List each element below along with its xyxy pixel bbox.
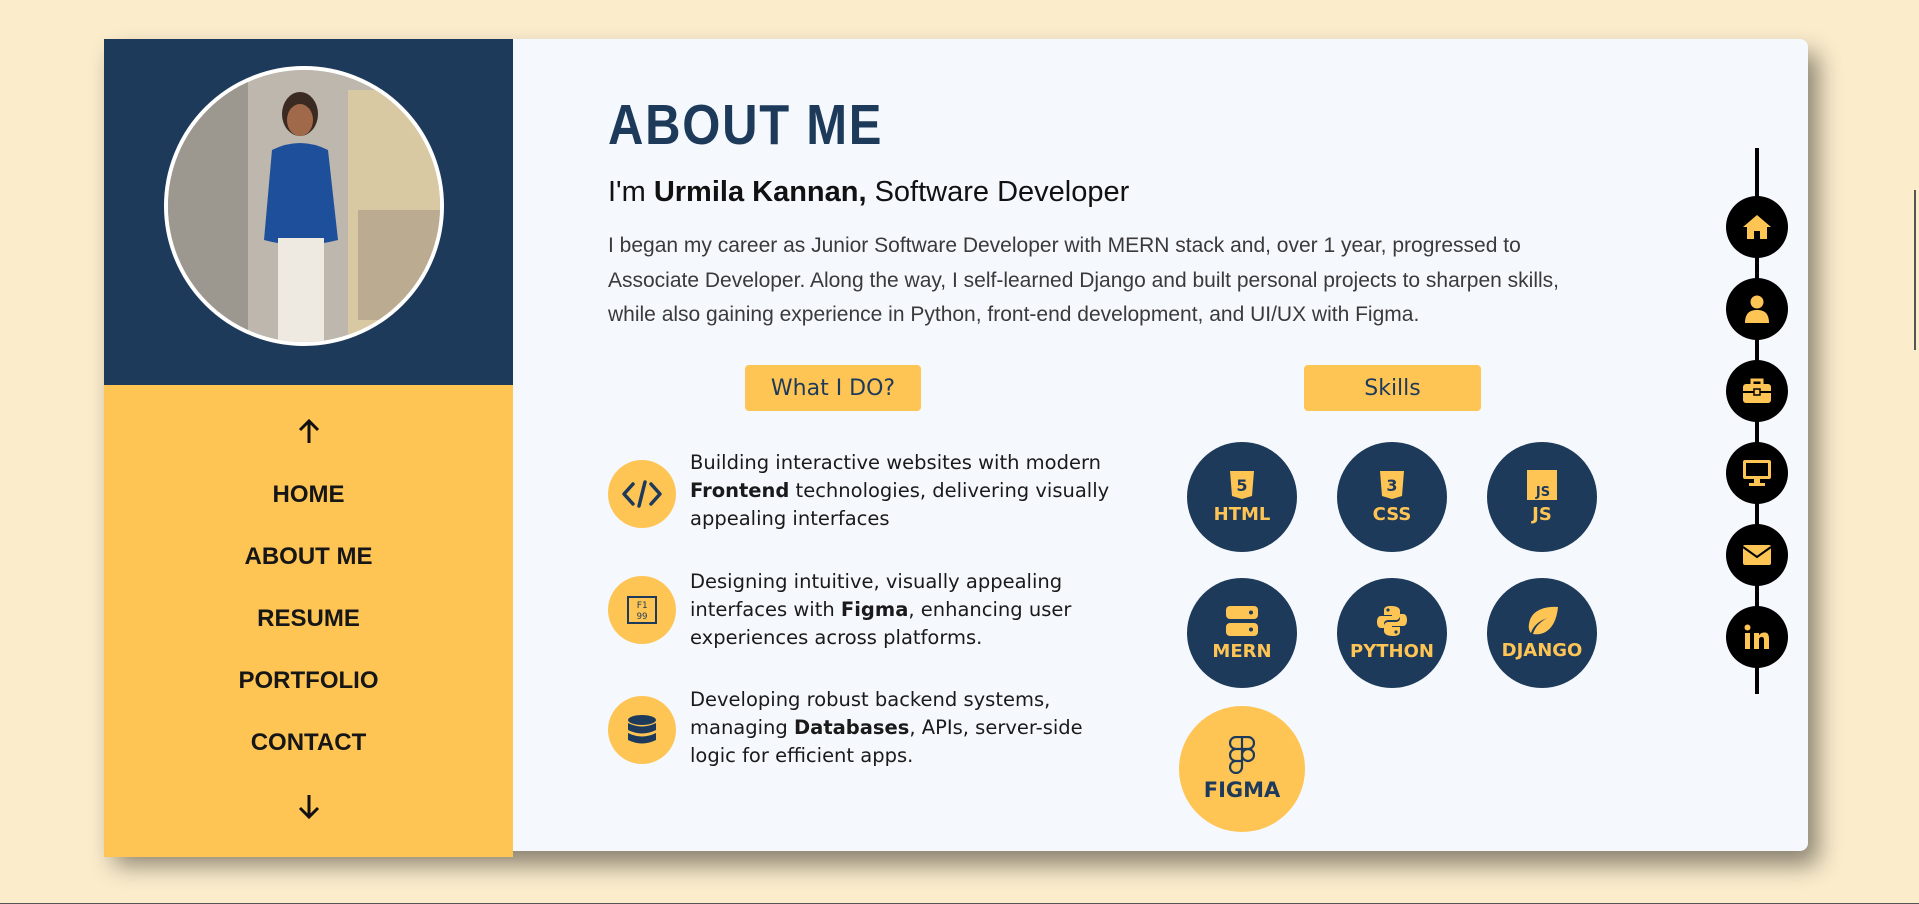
skill-label: CSS bbox=[1372, 503, 1412, 525]
skill-label: MERN bbox=[1212, 640, 1272, 662]
home-icon bbox=[1743, 215, 1771, 239]
side-home-button[interactable] bbox=[1726, 196, 1788, 258]
do-text-database: Developing robust backend systems, manag… bbox=[690, 688, 1083, 767]
side-linkedin-button[interactable] bbox=[1726, 606, 1788, 668]
python-icon bbox=[1377, 605, 1407, 636]
figma-icon bbox=[1229, 736, 1255, 774]
scrollbar-thumb[interactable] bbox=[1914, 190, 1916, 350]
do-text-figma: Designing intuitive, visually appealing … bbox=[690, 570, 1072, 649]
leaf-icon bbox=[1528, 606, 1558, 634]
profile-header bbox=[104, 39, 513, 385]
code-icon bbox=[608, 460, 676, 528]
linkedin-icon bbox=[1744, 624, 1769, 649]
skill-figma: FIGMA bbox=[1179, 706, 1305, 832]
briefcase-icon bbox=[1743, 378, 1771, 403]
nav-menu: HOME ABOUT ME RESUME PORTFOLIO CONTACT bbox=[104, 385, 513, 857]
skill-python: PYTHON bbox=[1337, 578, 1447, 688]
css3-icon: 3 bbox=[1380, 470, 1404, 499]
svg-text:3: 3 bbox=[1386, 476, 1397, 495]
intro-line: I'm Urmila Kannan, Software Developer bbox=[608, 176, 1129, 209]
svg-text:JS: JS bbox=[1535, 485, 1550, 500]
skill-django: DJANGO bbox=[1487, 578, 1597, 688]
skill-js: JS JS bbox=[1487, 442, 1597, 552]
side-resume-button[interactable] bbox=[1726, 360, 1788, 422]
do-text-frontend: Building interactive websites with moder… bbox=[690, 451, 1110, 530]
nav-home[interactable]: HOME bbox=[104, 481, 513, 509]
database-icon bbox=[608, 696, 676, 764]
page-title: ABOUT ME bbox=[608, 93, 884, 157]
svg-text:5: 5 bbox=[1236, 476, 1247, 495]
envelope-icon bbox=[1742, 545, 1772, 565]
skill-mern: MERN bbox=[1187, 578, 1297, 688]
avatar bbox=[164, 66, 444, 346]
intro-role: Software Developer bbox=[866, 176, 1130, 208]
svg-text:F1: F1 bbox=[637, 601, 648, 611]
nav-resume[interactable]: RESUME bbox=[104, 605, 513, 633]
nav-portfolio[interactable]: PORTFOLIO bbox=[104, 667, 513, 695]
arrow-up-icon[interactable] bbox=[104, 418, 513, 450]
nav-contact[interactable]: CONTACT bbox=[104, 729, 513, 757]
skill-css: 3 CSS bbox=[1337, 442, 1447, 552]
skill-label: FIGMA bbox=[1203, 778, 1281, 802]
skill-html: 5 HTML bbox=[1187, 442, 1297, 552]
skill-label: HTML bbox=[1213, 503, 1271, 525]
skill-label: PYTHON bbox=[1350, 640, 1434, 662]
user-icon bbox=[1745, 295, 1769, 323]
html5-icon: 5 bbox=[1230, 470, 1254, 499]
js-icon: JS bbox=[1527, 469, 1557, 500]
bio-paragraph: I began my career as Junior Software Dev… bbox=[608, 234, 1559, 326]
arrow-down-icon[interactable] bbox=[104, 793, 513, 824]
figma-board-icon: F1 99 bbox=[608, 576, 676, 644]
left-panel: HOME ABOUT ME RESUME PORTFOLIO CONTACT bbox=[104, 39, 513, 857]
intro-name: Urmila Kannan, bbox=[653, 176, 867, 208]
side-contact-button[interactable] bbox=[1726, 524, 1788, 586]
skills-heading: Skills bbox=[1304, 365, 1481, 411]
what-i-do-heading: What I DO? bbox=[745, 365, 921, 411]
skill-label: DJANGO bbox=[1501, 639, 1583, 661]
intro-prefix: I'm bbox=[608, 176, 654, 208]
server-icon bbox=[1226, 605, 1258, 636]
svg-text:99: 99 bbox=[637, 612, 648, 622]
side-about-button[interactable] bbox=[1726, 278, 1788, 340]
desktop-icon bbox=[1743, 460, 1771, 486]
skill-label: JS bbox=[1532, 503, 1552, 525]
nav-about-me[interactable]: ABOUT ME bbox=[104, 543, 513, 571]
side-portfolio-button[interactable] bbox=[1726, 442, 1788, 504]
